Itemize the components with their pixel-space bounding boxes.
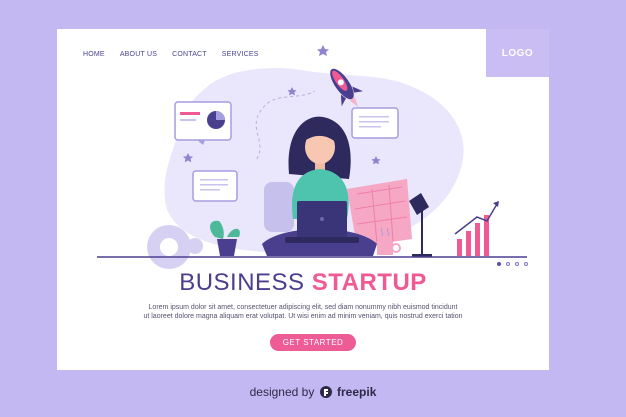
slider-dot[interactable] [497, 262, 501, 266]
main-nav: HOME ABOUT US CONTACT SERVICES [83, 51, 259, 58]
nav-item-contact[interactable]: CONTACT [172, 51, 207, 58]
nav-item-services[interactable]: SERVICES [222, 51, 259, 58]
title-part-1: BUSINESS [179, 269, 305, 296]
freepik-logo-icon [319, 386, 332, 398]
title-part-2: STARTUP [311, 269, 427, 296]
hero-description: Lorem ipsum dolor sit amet, consectetuer… [142, 303, 464, 321]
nav-item-about-us[interactable]: ABOUT US [120, 51, 157, 58]
message-bubble [192, 170, 238, 202]
description-line: ut laoreet dolore magna aliquam erat vol… [143, 313, 463, 320]
pie-chart-card [174, 101, 232, 145]
description-line: Lorem ipsum dolor sit amet, consectetuer… [148, 304, 458, 311]
footer-prefix: designed by [249, 385, 315, 399]
page-title: BUSINESS STARTUP [57, 269, 549, 297]
slider-dot[interactable] [506, 262, 510, 266]
slider-dots [497, 262, 528, 266]
gear-icon [147, 225, 191, 269]
gear-icon [187, 238, 203, 254]
landing-card: HOME ABOUT US CONTACT SERVICES LOGO BUSI… [57, 29, 549, 370]
hero-illustration [97, 45, 527, 269]
slider-dot[interactable] [524, 262, 528, 266]
logo[interactable]: LOGO [486, 29, 549, 77]
star-icon [317, 45, 329, 56]
footer-credit: designed by freepik [0, 385, 626, 399]
footer-brand[interactable]: freepik [337, 385, 376, 399]
chair [264, 182, 294, 232]
nav-item-home[interactable]: HOME [83, 51, 105, 58]
get-started-button[interactable]: GET STARTED [270, 334, 356, 351]
message-bubble [351, 107, 399, 139]
slider-dot[interactable] [515, 262, 519, 266]
growth-chart-icon [454, 201, 499, 256]
